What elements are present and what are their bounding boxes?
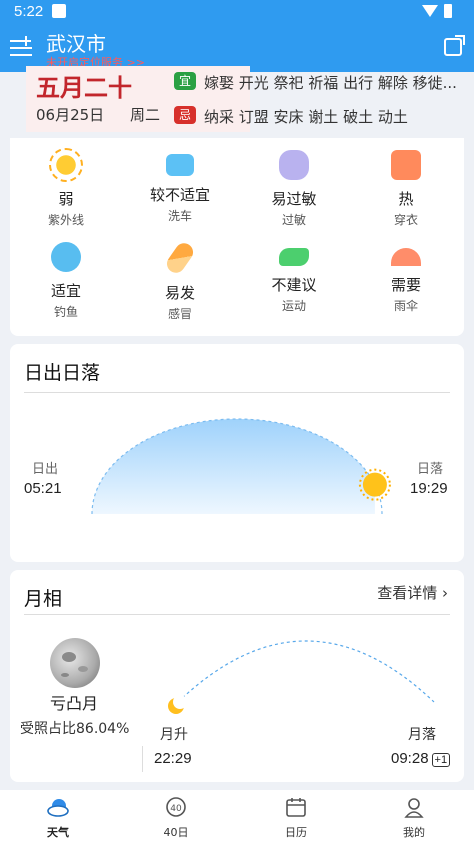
weekday: 周二: [130, 106, 161, 124]
moon-arc-path: [177, 640, 435, 703]
sun-progress-fill: [92, 419, 375, 514]
nav-label: 40日: [163, 826, 189, 839]
life-index-value: 适宜: [50, 282, 81, 300]
almanac-card[interactable]: 五月二十 06月25日 周二 宜 嫁娶 开光 祭祀 祈福 出行 解除 移徙...…: [10, 64, 464, 138]
shirt-icon: [391, 150, 421, 180]
life-index-value: 不建议: [271, 276, 317, 294]
life-index-label: 运动: [281, 299, 306, 313]
moonset-time-value: 09:28: [391, 750, 429, 767]
weather-icon: [47, 796, 69, 818]
nav-profile[interactable]: 我的: [374, 796, 454, 840]
life-index-label: 过敏: [281, 213, 306, 227]
life-index-label: 洗车: [167, 209, 192, 223]
life-index-sport[interactable]: 不建议 运动: [244, 242, 344, 314]
share-icon[interactable]: [444, 35, 465, 56]
svg-text:40: 40: [170, 804, 182, 814]
sun-icon: [49, 148, 83, 182]
nav-label: 我的: [403, 826, 425, 839]
life-index-carwash[interactable]: 较不适宜 洗车: [130, 150, 230, 224]
profile-icon: [403, 796, 425, 818]
life-index-uv[interactable]: 弱 紫外线: [16, 148, 116, 228]
moonset-time: 09:28 +1: [391, 750, 451, 767]
fish-icon: [51, 242, 81, 272]
life-index-dressing[interactable]: 热 穿衣: [356, 150, 456, 228]
moonset-label: 月落: [408, 727, 436, 743]
sunrise-label: 日出: [32, 462, 59, 477]
life-index-value: 易过敏: [271, 190, 317, 208]
car-icon: [166, 154, 194, 176]
lunar-date: 五月二十: [36, 73, 132, 102]
umbrella-icon: [391, 248, 421, 266]
life-index-label: 穿衣: [393, 213, 418, 227]
moon-card-title: 月相: [24, 588, 63, 610]
life-index-label: 感冒: [167, 307, 192, 321]
life-index-allergy[interactable]: 易过敏 过敏: [244, 150, 344, 228]
life-index-label: 雨伞: [393, 299, 418, 313]
solar-date: 06月25日: [36, 106, 105, 124]
sunset-label: 日落: [417, 462, 444, 477]
life-index-cold[interactable]: 易发 感冒: [130, 239, 230, 322]
status-time: 5:22: [14, 3, 44, 20]
sunrise-sunset-card: 日出日落 日出 05:21 日落 19:29: [10, 344, 464, 562]
sun-card-title: 日出日落: [24, 362, 101, 384]
life-index-value: 需要: [390, 276, 421, 294]
notification-icon: [52, 4, 66, 18]
sunset-time: 19:29: [410, 480, 448, 497]
life-index-value: 热: [398, 190, 414, 208]
yi-text: 嫁娶 开光 祭祀 祈福 出行 解除 移徙...: [204, 74, 457, 92]
bottom-nav: 天气 40 40日 日历 我的: [0, 790, 474, 844]
life-index-value: 弱: [58, 190, 74, 208]
ji-text: 纳采 订盟 安床 谢土 破土 动土: [204, 108, 408, 126]
status-bar: 5:22: [0, 0, 474, 24]
life-index-label: 紫外线: [47, 213, 84, 227]
ji-badge: 忌: [174, 106, 196, 124]
pill-icon: [163, 239, 197, 277]
city-manage-icon[interactable]: [10, 36, 32, 58]
shoe-icon: [279, 248, 309, 266]
sun-arc-chart: [91, 418, 391, 515]
city-name[interactable]: 武汉市: [46, 28, 106, 57]
life-index-label: 钓鱼: [53, 305, 78, 319]
forty-day-icon: 40: [165, 796, 187, 818]
mask-icon: [279, 150, 309, 180]
calendar-icon: [285, 796, 307, 818]
battery-icon: [444, 4, 452, 18]
sunrise-time: 05:21: [24, 480, 62, 497]
nav-weather[interactable]: 天气: [18, 796, 98, 840]
nav-40-day[interactable]: 40 40日: [136, 796, 216, 840]
view-details-link[interactable]: 查看详情 ›: [377, 582, 448, 603]
moonrise-label: 月升: [160, 727, 188, 743]
life-index-value: 较不适宜: [149, 186, 210, 204]
moon-arc-chart: [168, 640, 435, 714]
moonrise-time: 22:29: [154, 750, 192, 767]
nav-label: 天气: [47, 826, 69, 839]
nav-label: 日历: [285, 826, 307, 839]
moon-phase-card: 月相 查看详情 › 亏凸月 受照占比86.04% 月升 22:29 月落 09:…: [10, 570, 464, 782]
life-index-fishing[interactable]: 适宜 钓鱼: [16, 242, 116, 320]
top-bar: 5:22 武汉市 未开启定位服务 >>: [0, 0, 474, 72]
wifi-icon: [422, 5, 438, 17]
next-day-badge: +1: [431, 753, 451, 767]
life-index-card: 弱 紫外线 较不适宜 洗车 易过敏 过敏 热 穿衣 适宜 钓鱼 易发 感冒 不建…: [10, 138, 464, 336]
nav-calendar[interactable]: 日历: [256, 796, 336, 840]
crescent-moon-icon: [168, 695, 187, 714]
yi-badge: 宜: [174, 72, 196, 90]
life-index-umbrella[interactable]: 需要 雨伞: [356, 242, 456, 314]
life-index-value: 易发: [164, 284, 195, 302]
